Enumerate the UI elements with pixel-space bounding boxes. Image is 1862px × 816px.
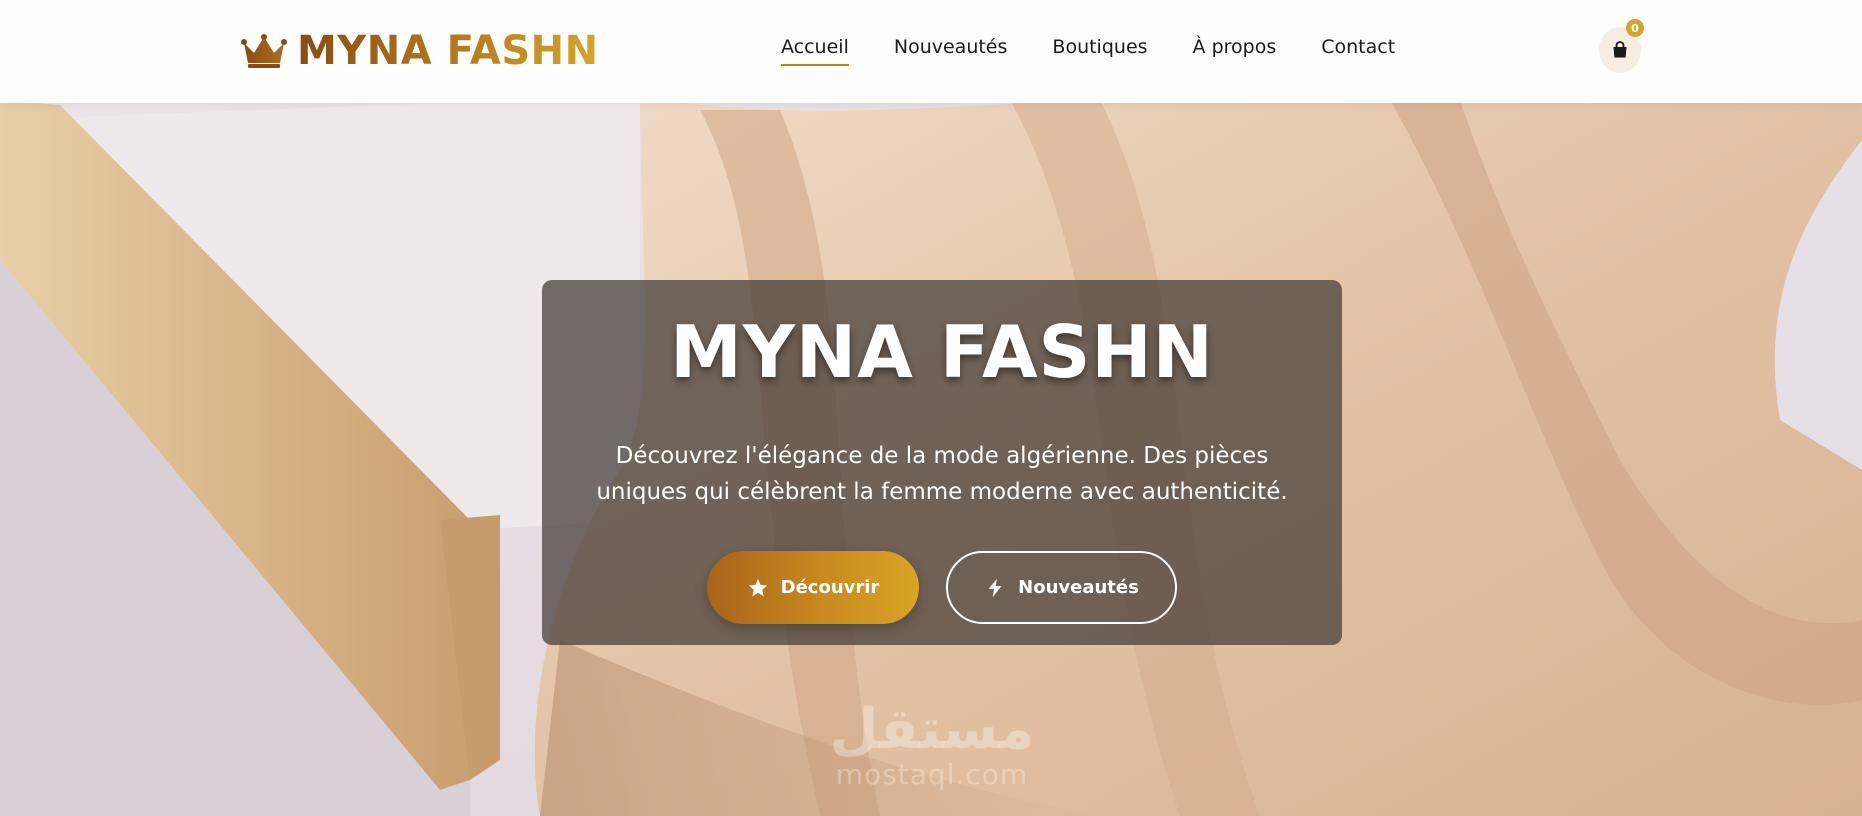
nav-link-boutiques[interactable]: Boutiques [1052,36,1147,66]
new-arrivals-button[interactable]: Nouveautés [946,551,1177,624]
star-icon [748,578,767,596]
bolt-icon [988,578,1002,597]
brand-name: MYNA FASHN [297,28,599,74]
navbar: MYNA FASHN Accueil Nouveautés Boutiques … [0,0,1862,103]
hero-title: MYNA FASHN [670,310,1214,394]
nav-item-accueil: Accueil [781,36,849,66]
nav-item-a-propos: À propos [1193,36,1277,66]
nav-link-a-propos[interactable]: À propos [1193,36,1277,66]
watermark-arabic-text: مستقل [829,697,1035,762]
main-nav: Accueil Nouveautés Boutiques À propos Co… [781,36,1395,66]
hero-card: MYNA FASHN Découvrez l'élégance de la mo… [542,280,1342,645]
nav-item-contact: Contact [1321,36,1395,66]
discover-button[interactable]: Découvrir [707,551,919,624]
nav-link-accueil[interactable]: Accueil [781,36,849,66]
new-arrivals-button-label: Nouveautés [1018,577,1139,598]
nav-link-nouveautes[interactable]: Nouveautés [894,36,1008,66]
watermark: مستقل mostaql.com [822,700,1042,800]
nav-item-boutiques: Boutiques [1052,36,1147,66]
crown-icon [241,34,287,68]
shopping-bag-icon [1613,41,1627,58]
nav-item-nouveautes: Nouveautés [894,36,1008,66]
brand-logo-link[interactable]: MYNA FASHN [241,26,599,76]
discover-button-label: Découvrir [780,577,880,598]
hero-buttons: Découvrir Nouveautés [542,551,1342,624]
cart-count-badge: 0 [1626,19,1644,37]
nav-link-contact[interactable]: Contact [1321,36,1395,66]
watermark-latin-text: mostaql.com [835,758,1029,791]
hero-subtitle: Découvrez l'élégance de la mode algérien… [596,443,1288,505]
